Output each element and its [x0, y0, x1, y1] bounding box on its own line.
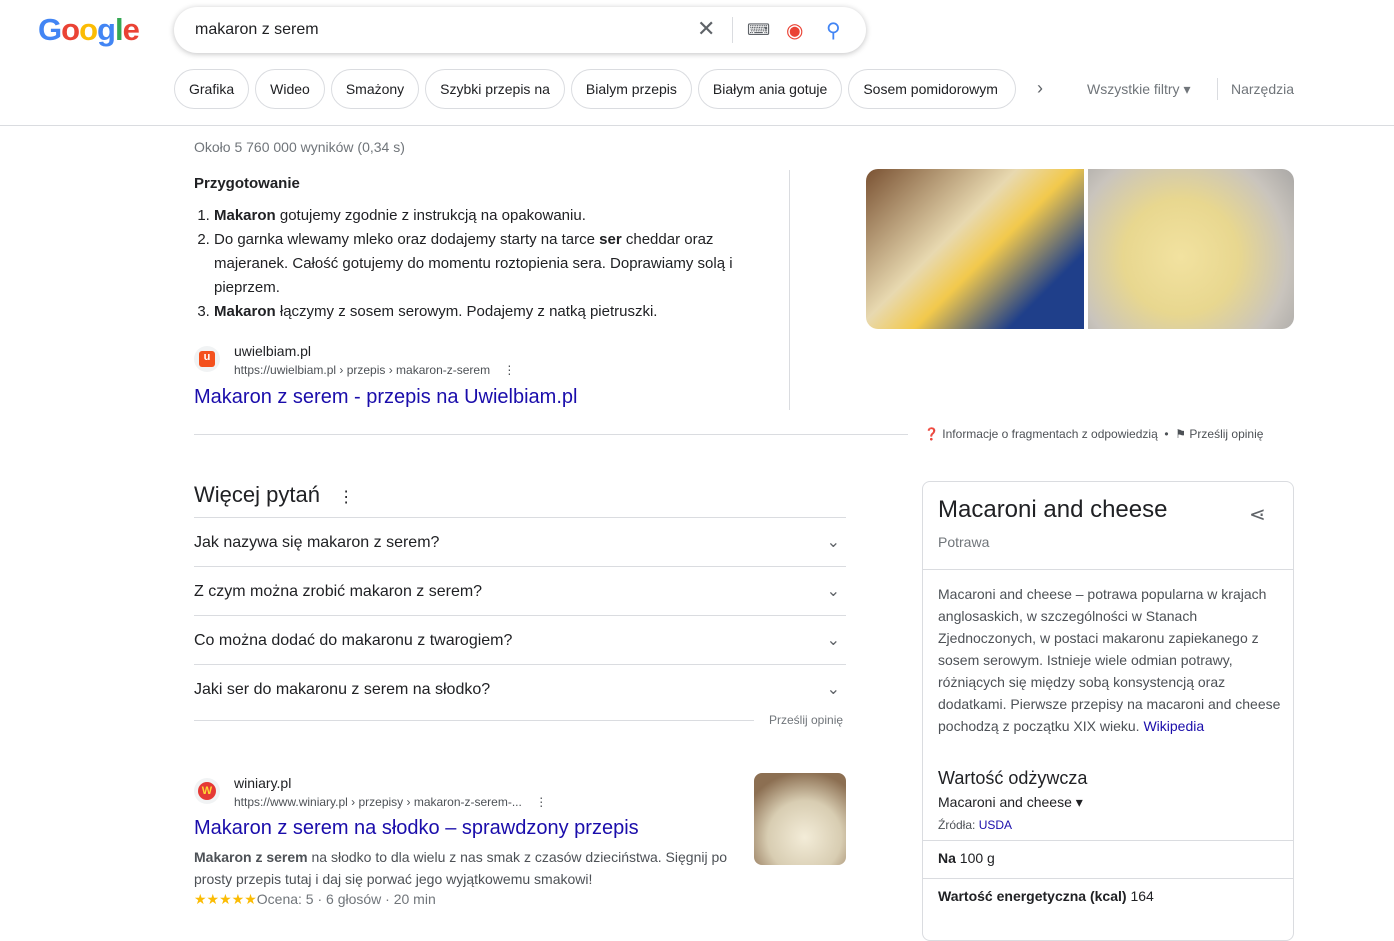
uwielbiam-favicon: u — [194, 346, 220, 372]
serving-size: Na 100 g — [938, 850, 995, 866]
divider — [923, 569, 1293, 570]
wikipedia-link[interactable]: Wikipedia — [1143, 718, 1204, 734]
help-icon: ❓ — [924, 427, 939, 441]
step: Makaron łączymy z sosem serowym. Podajem… — [214, 300, 774, 324]
kp-title: Macaroni and cheese — [938, 496, 1168, 523]
divider — [923, 840, 1293, 841]
search-box[interactable]: makaron z serem ✕ ⌨ ◉ ⚲ — [174, 7, 866, 53]
lens-icon[interactable]: ◉ — [786, 18, 803, 43]
result-rating: ★★★★★Ocena: 5 · 6 głosów · 20 min — [194, 891, 436, 907]
share-icon[interactable]: ⋖ — [1249, 502, 1266, 527]
winiary-favicon: W — [194, 778, 220, 804]
chip[interactable]: Szybki przepis na — [425, 69, 565, 109]
more-icon[interactable]: ⋮ — [503, 363, 515, 377]
chevron-right-icon[interactable]: › — [1037, 78, 1043, 99]
paa-feedback-link[interactable]: Prześlij opinię — [769, 713, 843, 727]
snippet-site: uwielbiam.pl — [234, 343, 312, 359]
chip[interactable]: Grafika — [174, 69, 250, 109]
step: Do garnka wlewamy mleko oraz dodajemy st… — [214, 228, 774, 300]
google-logo[interactable]: Google — [38, 12, 140, 48]
feedback-icon: ⚑ — [1175, 427, 1187, 441]
divider — [1217, 78, 1218, 100]
search-icon[interactable]: ⚲ — [826, 18, 841, 43]
kp-description: Macaroni and cheese – potrawa popularna … — [938, 586, 1281, 734]
result-title-link[interactable]: Makaron z serem na słodko – sprawdzony p… — [194, 817, 639, 840]
step: Makaron gotujemy zgodnie z instrukcją na… — [214, 204, 774, 228]
nutrition-heading: Wartość odżywcza — [938, 768, 1088, 788]
feedback-link[interactable]: Prześlij opinię — [1189, 427, 1263, 441]
result-stats: Około 5 760 000 wyników (0,34 s) — [194, 139, 405, 155]
divider — [194, 720, 754, 721]
chevron-down-icon: ⌄ — [826, 534, 840, 551]
paa-question[interactable]: Z czym można zrobić makaron z serem? ⌄ — [194, 567, 846, 616]
result-thumbnail[interactable] — [754, 773, 846, 865]
usda-link[interactable]: USDA — [979, 818, 1012, 832]
all-filters[interactable]: Wszystkie filtry ▾ — [1087, 81, 1190, 98]
snippet-url: https://uwielbiam.pl › przepis › makaron… — [234, 363, 516, 377]
result-url: https://www.winiary.pl › przepisy › maka… — [234, 795, 548, 809]
clear-icon[interactable]: ✕ — [697, 16, 715, 42]
more-icon[interactable]: ⋮ — [338, 489, 354, 506]
divider — [732, 17, 733, 43]
divider — [923, 878, 1293, 879]
chip[interactable]: Sosem pomidorowym — [848, 69, 1017, 109]
energy-row: Wartość energetyczna (kcal) 164 — [938, 888, 1154, 904]
snippet-image-spaghetti[interactable] — [1088, 169, 1294, 329]
result-description: Makaron z serem na słodko to dla wielu z… — [194, 849, 728, 887]
chip[interactable]: Smażony — [330, 69, 420, 109]
chevron-down-icon: ⌄ — [826, 583, 840, 600]
snippet-title-link[interactable]: Makaron z serem - przepis na Uwielbiam.p… — [194, 386, 577, 409]
paa-title: Więcej pytań ⋮ — [194, 482, 355, 507]
chip[interactable]: Wideo — [255, 69, 325, 109]
star-rating: ★★★★★ — [194, 891, 257, 907]
paa-question[interactable]: Co można dodać do makaronu z twarogiem? ⌄ — [194, 616, 846, 665]
divider — [194, 434, 908, 435]
nutrition-source: Źródła: USDA — [938, 818, 1013, 832]
paa-question[interactable]: Jaki ser do makaronu z serem na słodko? ⌄ — [194, 665, 846, 714]
paa-question[interactable]: Jak nazywa się makaron z serem? ⌄ — [194, 518, 846, 567]
chip[interactable]: Białym ania gotuje — [697, 69, 843, 109]
snippet-footer: ❓ Informacje o fragmentach z odpowiedzią… — [924, 427, 1264, 441]
chip[interactable]: Bialym przepis — [570, 69, 692, 109]
snippet-image-pasta[interactable] — [866, 169, 1084, 329]
tools-button[interactable]: Narzędzia — [1231, 81, 1294, 97]
featured-snippet: Przygotowanie Makaron gotujemy zgodnie z… — [194, 172, 774, 324]
keyboard-icon[interactable]: ⌨ — [747, 20, 770, 40]
chevron-down-icon: ⌄ — [826, 632, 840, 649]
about-snippets-link[interactable]: Informacje o fragmentach z odpowiedzią — [942, 427, 1157, 441]
nutrition-select[interactable]: Macaroni and cheese ▾ — [938, 794, 1083, 811]
more-icon[interactable]: ⋮ — [535, 795, 547, 809]
chevron-down-icon: ⌄ — [826, 681, 840, 698]
all-filters-label: Wszystkie filtry — [1087, 81, 1180, 97]
snippet-heading: Przygotowanie — [194, 175, 300, 192]
header-divider — [0, 125, 1394, 126]
knowledge-panel: Macaroni and cheese ⋖ Potrawa Macaroni a… — [922, 481, 1294, 941]
chips-bar: Grafika Wideo Smażony Szybki przepis na … — [174, 69, 1017, 109]
kp-subtitle: Potrawa — [938, 534, 990, 550]
result-site: winiary.pl — [234, 775, 292, 791]
divider — [789, 170, 790, 410]
search-input[interactable]: makaron z serem — [195, 21, 319, 39]
